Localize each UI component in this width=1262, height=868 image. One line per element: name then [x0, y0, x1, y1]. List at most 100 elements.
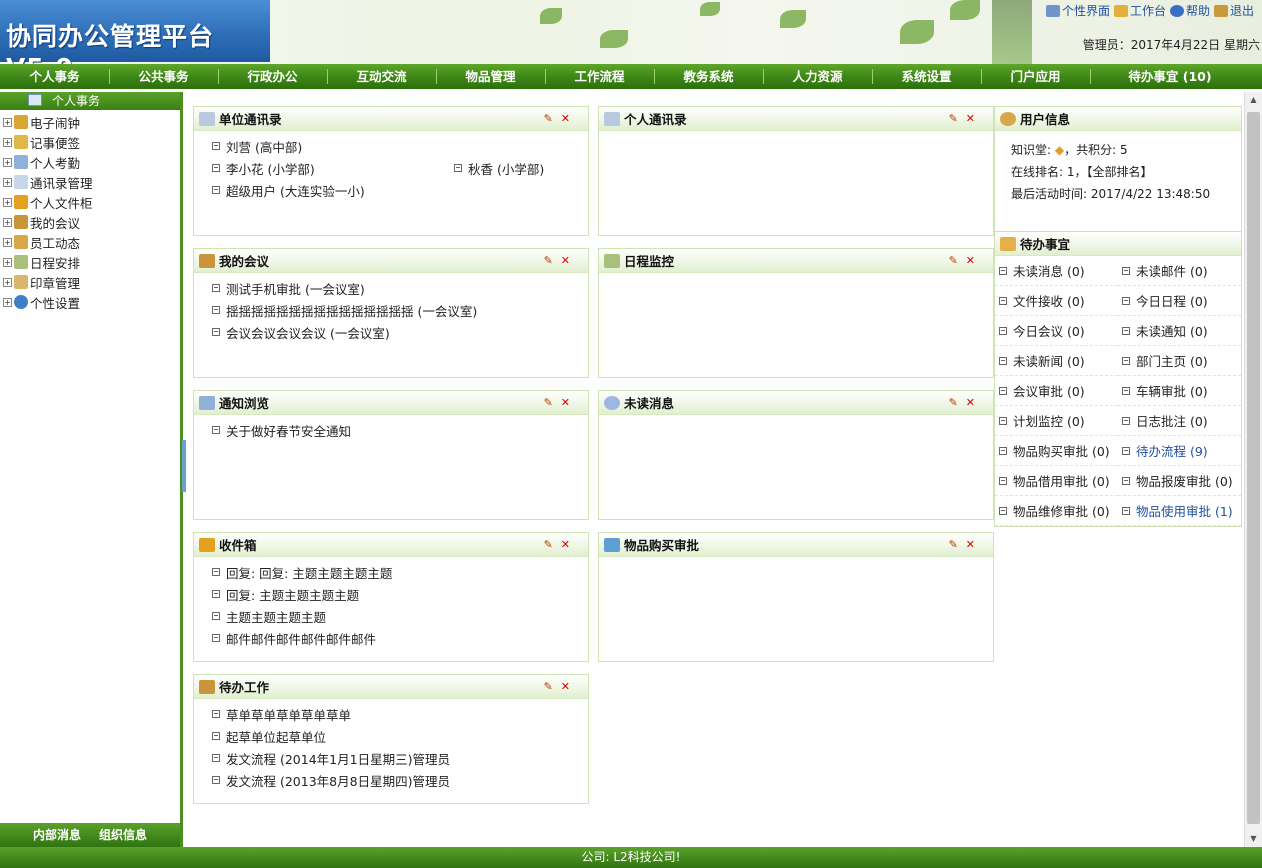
- sidebar-item-settings[interactable]: + 个性设置: [0, 292, 180, 312]
- list-item[interactable]: 关于做好春节安全通知: [212, 419, 588, 441]
- expand-icon[interactable]: +: [3, 277, 12, 287]
- todo-item[interactable]: 文件接收 (0): [995, 286, 1118, 316]
- expand-icon[interactable]: +: [3, 217, 12, 227]
- list-item[interactable]: 回复: 主题主题主题主题: [212, 583, 588, 605]
- edit-icon[interactable]: ✎: [544, 680, 553, 693]
- doc-icon: [999, 386, 1007, 395]
- nav-goods[interactable]: 物品管理: [436, 64, 545, 89]
- list-item[interactable]: 草单草单草单草单草单: [212, 703, 588, 725]
- close-icon[interactable]: ✕: [966, 112, 975, 125]
- sidebar-item-seal[interactable]: + 印章管理: [0, 272, 180, 292]
- close-icon[interactable]: ✕: [561, 254, 570, 267]
- list-item[interactable]: 李小花 (小学部) 秋香 (小学部): [212, 157, 588, 179]
- list-item[interactable]: 回复: 回复: 主题主题主题主题: [212, 561, 588, 583]
- doc-icon: [999, 476, 1007, 485]
- scroll-down-icon[interactable]: ▼: [1245, 831, 1262, 847]
- nav-system[interactable]: 系统设置: [872, 64, 981, 89]
- todo-item[interactable]: 会议审批 (0): [995, 376, 1118, 406]
- sidebar-item-schedule[interactable]: + 日程安排: [0, 252, 180, 272]
- sidebar-item-contacts[interactable]: + 通讯录管理: [0, 172, 180, 192]
- todo-item[interactable]: 今日日程 (0): [1118, 286, 1241, 316]
- sidebar-item-files[interactable]: + 个人文件柜: [0, 192, 180, 212]
- people-icon: [14, 215, 28, 229]
- vertical-scrollbar[interactable]: ▲ ▼: [1244, 92, 1262, 847]
- nav-public[interactable]: 公共事务: [109, 64, 218, 89]
- sidebar-item-notes[interactable]: + 记事便签: [0, 132, 180, 152]
- personalize-link[interactable]: 个性界面: [1045, 2, 1110, 19]
- nav-hr[interactable]: 人力资源: [763, 64, 872, 89]
- edit-icon[interactable]: ✎: [949, 396, 958, 409]
- todo-item[interactable]: 待办流程 (9): [1118, 436, 1241, 466]
- close-icon[interactable]: ✕: [966, 396, 975, 409]
- list-item[interactable]: 邮件邮件邮件邮件邮件邮件: [212, 627, 588, 649]
- scrollbar-thumb[interactable]: [1247, 112, 1260, 824]
- sidebar-item-meetings[interactable]: + 我的会议: [0, 212, 180, 232]
- help-link[interactable]: 帮助: [1169, 2, 1210, 19]
- expand-icon[interactable]: +: [3, 197, 12, 207]
- edit-icon[interactable]: ✎: [544, 396, 553, 409]
- nav-portal[interactable]: 门户应用: [981, 64, 1090, 89]
- nav-workflow[interactable]: 工作流程: [545, 64, 654, 89]
- list-item[interactable]: 会议会议会议会议 (一会议室): [212, 321, 588, 343]
- list-item[interactable]: 超级用户 (大连实验一小): [212, 179, 588, 201]
- workbench-link[interactable]: 工作台: [1113, 2, 1166, 19]
- sidebar-item-alarm[interactable]: + 电子闹钟: [0, 112, 180, 132]
- todo-item[interactable]: 未读消息 (0): [995, 256, 1118, 286]
- expand-icon[interactable]: +: [3, 177, 12, 187]
- todo-item[interactable]: 物品借用审批 (0): [995, 466, 1118, 496]
- close-icon[interactable]: ✕: [561, 680, 570, 693]
- edit-icon[interactable]: ✎: [544, 112, 553, 125]
- expand-icon[interactable]: +: [3, 117, 12, 127]
- list-item[interactable]: 发文流程 (2013年8月8日星期四)管理员: [212, 769, 588, 791]
- edit-icon[interactable]: ✎: [544, 538, 553, 551]
- todo-item[interactable]: 车辆审批 (0): [1118, 376, 1241, 406]
- sidebar-item-attendance[interactable]: + 个人考勤: [0, 152, 180, 172]
- nav-todo[interactable]: 待办事宜 (10): [1090, 64, 1250, 89]
- nav-interaction[interactable]: 互动交流: [327, 64, 436, 89]
- todo-item[interactable]: 物品使用审批 (1): [1118, 496, 1241, 526]
- todo-item[interactable]: 物品购买审批 (0): [995, 436, 1118, 466]
- org-info-link[interactable]: 组织信息: [99, 823, 147, 847]
- todo-item[interactable]: 未读通知 (0): [1118, 316, 1241, 346]
- nav-admin-office[interactable]: 行政办公: [218, 64, 327, 89]
- expand-icon[interactable]: +: [3, 157, 12, 167]
- edit-icon[interactable]: ✎: [544, 254, 553, 267]
- expand-icon[interactable]: +: [3, 257, 12, 267]
- doc-icon: [212, 634, 220, 642]
- list-item[interactable]: 主题主题主题主题: [212, 605, 588, 627]
- scroll-up-icon[interactable]: ▲: [1245, 92, 1262, 108]
- nav-academic[interactable]: 教务系统: [654, 64, 763, 89]
- portlet-personal-contacts: 个人通讯录 ✎ ✕: [598, 106, 994, 236]
- list-item[interactable]: 测试手机审批 (一会议室): [212, 277, 588, 299]
- list-item[interactable]: 刘营 (高中部): [212, 135, 588, 157]
- edit-icon[interactable]: ✎: [949, 112, 958, 125]
- close-icon[interactable]: ✕: [561, 112, 570, 125]
- todo-item[interactable]: 物品报废审批 (0): [1118, 466, 1241, 496]
- close-icon[interactable]: ✕: [561, 396, 570, 409]
- internal-messages-link[interactable]: 内部消息: [33, 823, 81, 847]
- todo-item[interactable]: 部门主页 (0): [1118, 346, 1241, 376]
- close-icon[interactable]: ✕: [561, 538, 570, 551]
- todo-item[interactable]: 未读新闻 (0): [995, 346, 1118, 376]
- expand-icon[interactable]: +: [3, 137, 12, 147]
- online-rank[interactable]: 在线排名: 1，【全部排名】: [1011, 161, 1241, 183]
- close-icon[interactable]: ✕: [966, 538, 975, 551]
- nav-personal[interactable]: 个人事务: [0, 64, 109, 89]
- todo-item[interactable]: 今日会议 (0): [995, 316, 1118, 346]
- expand-icon[interactable]: +: [3, 237, 12, 247]
- close-icon[interactable]: ✕: [966, 254, 975, 267]
- list-item[interactable]: 起草单位起草单位: [212, 725, 588, 747]
- todo-item[interactable]: 物品维修审批 (0): [995, 496, 1118, 526]
- list-item[interactable]: 揺揺揺揺揺揺揺揺揺揺揺揺揺揺揺 (一会议室): [212, 299, 588, 321]
- doc-icon: [212, 328, 220, 336]
- edit-icon[interactable]: ✎: [949, 538, 958, 551]
- list-item[interactable]: 发文流程 (2014年1月1日星期三)管理员: [212, 747, 588, 769]
- knowledge-points: 知识堂: ◆，共积分: 5: [1011, 143, 1128, 157]
- sidebar-item-staff[interactable]: + 员工动态: [0, 232, 180, 252]
- edit-icon[interactable]: ✎: [949, 254, 958, 267]
- todo-item[interactable]: 计划监控 (0): [995, 406, 1118, 436]
- todo-item[interactable]: 日志批注 (0): [1118, 406, 1241, 436]
- todo-item[interactable]: 未读邮件 (0): [1118, 256, 1241, 286]
- logout-link[interactable]: 退出: [1213, 2, 1254, 19]
- expand-icon[interactable]: +: [3, 297, 12, 307]
